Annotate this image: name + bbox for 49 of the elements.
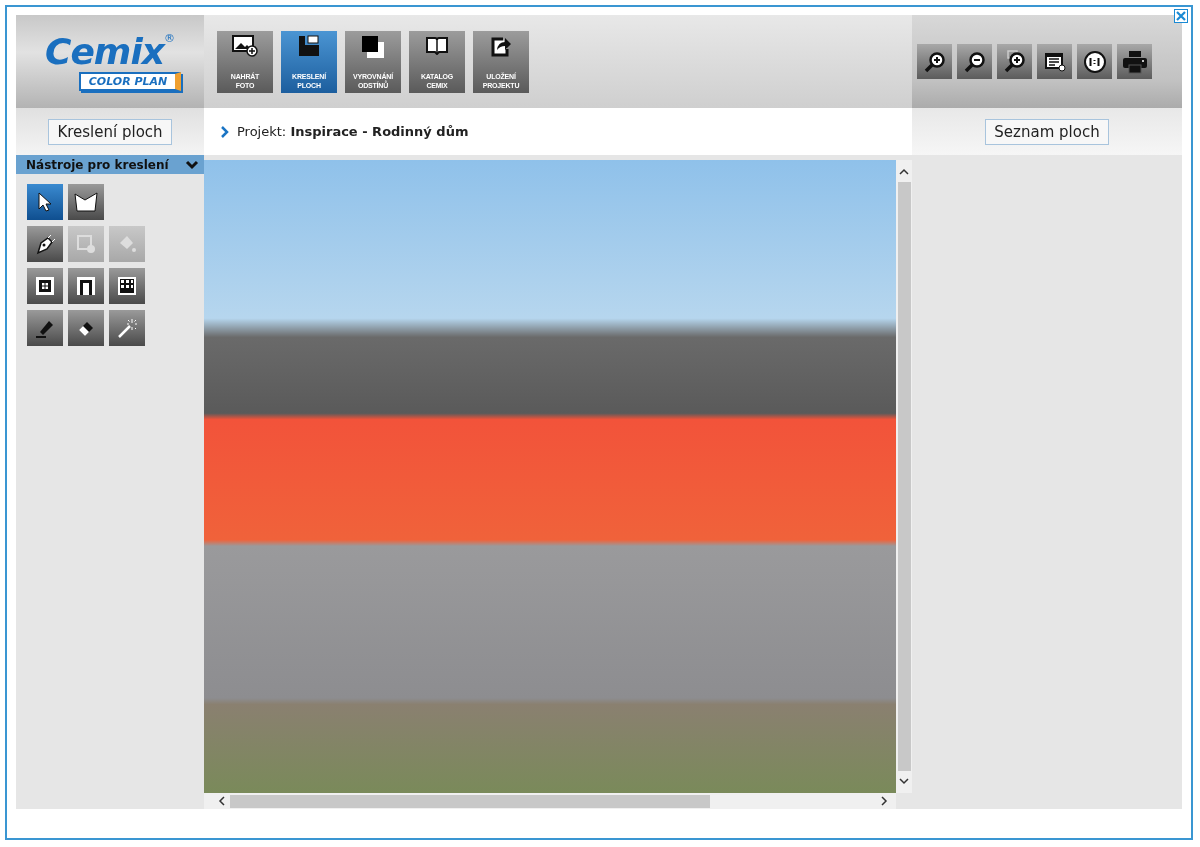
overlapping-squares-icon bbox=[360, 34, 386, 59]
zoom-selection-icon bbox=[1002, 49, 1027, 74]
drawing-tool-button[interactable] bbox=[109, 268, 145, 304]
list-view-button[interactable] bbox=[1037, 44, 1072, 79]
close-icon bbox=[1174, 9, 1188, 23]
drawing-tool-button[interactable] bbox=[68, 310, 104, 346]
zoom-in-button[interactable] bbox=[917, 44, 952, 79]
scroll-left-icon bbox=[218, 796, 226, 806]
drawing-tool-button[interactable] bbox=[68, 184, 104, 220]
print-icon bbox=[1121, 49, 1148, 74]
area-shape-icon bbox=[297, 34, 321, 57]
vertical-scrollbar[interactable] bbox=[896, 160, 912, 793]
window-grid-icon bbox=[116, 275, 138, 297]
actual-size-button[interactable] bbox=[1077, 44, 1112, 79]
registered-mark: ® bbox=[163, 32, 175, 45]
image-add-icon bbox=[232, 34, 258, 57]
drawing-tool-button[interactable] bbox=[27, 184, 63, 220]
drawing-tool-button[interactable] bbox=[109, 310, 145, 346]
logo-wordmark: Cemix bbox=[45, 32, 164, 72]
drawing-tool-button[interactable] bbox=[27, 226, 63, 262]
chevron-right-icon bbox=[220, 125, 229, 138]
panel-title: Kreslení ploch bbox=[48, 118, 172, 145]
window-icon bbox=[34, 275, 56, 297]
section-header[interactable]: Nástroje pro kreslení bbox=[16, 155, 204, 174]
drawing-tool-button[interactable] bbox=[27, 268, 63, 304]
project-breadcrumb: Projekt: Inspirace - Rodinný dům bbox=[237, 124, 469, 139]
pen-nib-icon bbox=[34, 233, 56, 255]
add-rectangle-icon bbox=[75, 233, 97, 255]
panel-title: Seznam ploch bbox=[985, 118, 1109, 145]
drawing-tool-button[interactable] bbox=[68, 268, 104, 304]
magic-wand-icon bbox=[116, 317, 138, 339]
zoom-in-icon bbox=[922, 49, 947, 74]
zoom-out-icon bbox=[962, 49, 987, 74]
scroll-up-icon bbox=[899, 168, 909, 176]
book-icon bbox=[425, 34, 449, 55]
actual-size-icon bbox=[1082, 49, 1107, 74]
chevron-icon bbox=[185, 159, 199, 170]
horizontal-scrollbar[interactable] bbox=[204, 793, 896, 809]
zoom-selection-button[interactable] bbox=[997, 44, 1032, 79]
zoom-out-button[interactable] bbox=[957, 44, 992, 79]
section-title: Nástroje pro kreslení bbox=[26, 157, 169, 172]
logo-product-badge: COLOR PLAN bbox=[78, 72, 182, 91]
drawing-tool-button[interactable] bbox=[27, 310, 63, 346]
scroll-right-icon bbox=[880, 796, 888, 806]
polygon-icon bbox=[73, 191, 99, 213]
scroll-down-icon bbox=[899, 777, 909, 785]
close-button[interactable] bbox=[1174, 9, 1188, 23]
print-button[interactable] bbox=[1117, 44, 1152, 79]
door-icon bbox=[75, 275, 97, 297]
